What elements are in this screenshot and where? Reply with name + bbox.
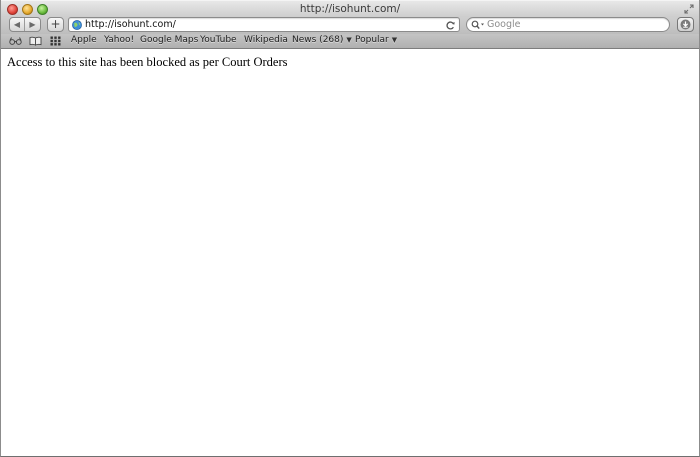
forward-button[interactable]: ▶ bbox=[25, 18, 40, 31]
window-title: http://isohunt.com/ bbox=[299, 3, 401, 15]
chevron-down-icon: ▼ bbox=[346, 36, 352, 44]
search-field[interactable]: Google bbox=[466, 17, 670, 32]
bookmarks-book-icon[interactable] bbox=[29, 36, 42, 46]
title-bar[interactable]: http://isohunt.com/ bbox=[1, 0, 699, 17]
bookmark-wikipedia[interactable]: Wikipedia bbox=[244, 35, 288, 45]
page-content: Access to this site has been blocked as … bbox=[1, 50, 699, 456]
blocked-message: Access to this site has been blocked as … bbox=[7, 55, 288, 69]
back-arrow-icon: ◀ bbox=[13, 20, 21, 29]
address-bar[interactable]: http://isohunt.com/ bbox=[68, 17, 460, 32]
downloads-icon bbox=[680, 19, 691, 30]
top-sites-grid-icon[interactable] bbox=[50, 36, 61, 46]
bookmark-folder-popular[interactable]: Popular ▼ bbox=[355, 35, 397, 45]
add-bookmark-button[interactable]: + bbox=[47, 17, 64, 32]
search-icon[interactable] bbox=[471, 20, 485, 30]
search-placeholder: Google bbox=[487, 19, 521, 30]
fullscreen-icon[interactable] bbox=[684, 4, 694, 14]
globe-icon bbox=[72, 20, 82, 30]
back-button[interactable]: ◀ bbox=[10, 18, 25, 31]
toolbar: ◀ ▶ + http://isohunt.com/ Google bbox=[1, 17, 699, 34]
browser-window: http://isohunt.com/ ◀ ▶ + http://isohunt… bbox=[0, 0, 700, 457]
address-field[interactable]: http://isohunt.com/ bbox=[85, 19, 176, 30]
bookmark-google-maps[interactable]: Google Maps bbox=[140, 35, 198, 45]
downloads-button[interactable] bbox=[677, 17, 694, 32]
chevron-down-icon: ▼ bbox=[391, 36, 398, 44]
forward-arrow-icon: ▶ bbox=[29, 20, 36, 29]
bookmarks-bar: Apple Yahoo! Google Maps YouTube Wikiped… bbox=[1, 34, 699, 49]
bookmark-youtube[interactable]: YouTube bbox=[200, 35, 237, 45]
bookmark-folder-news[interactable]: News (268) ▼ bbox=[292, 35, 352, 45]
reading-list-icon[interactable] bbox=[9, 36, 22, 46]
bookmark-folder-news-label: News (268) bbox=[292, 35, 344, 45]
bookmark-folder-popular-label: Popular bbox=[355, 35, 389, 45]
back-forward-group: ◀ ▶ bbox=[9, 17, 41, 32]
bookmark-yahoo[interactable]: Yahoo! bbox=[104, 35, 134, 45]
bookmark-apple[interactable]: Apple bbox=[71, 35, 97, 45]
reload-icon[interactable] bbox=[445, 20, 456, 31]
